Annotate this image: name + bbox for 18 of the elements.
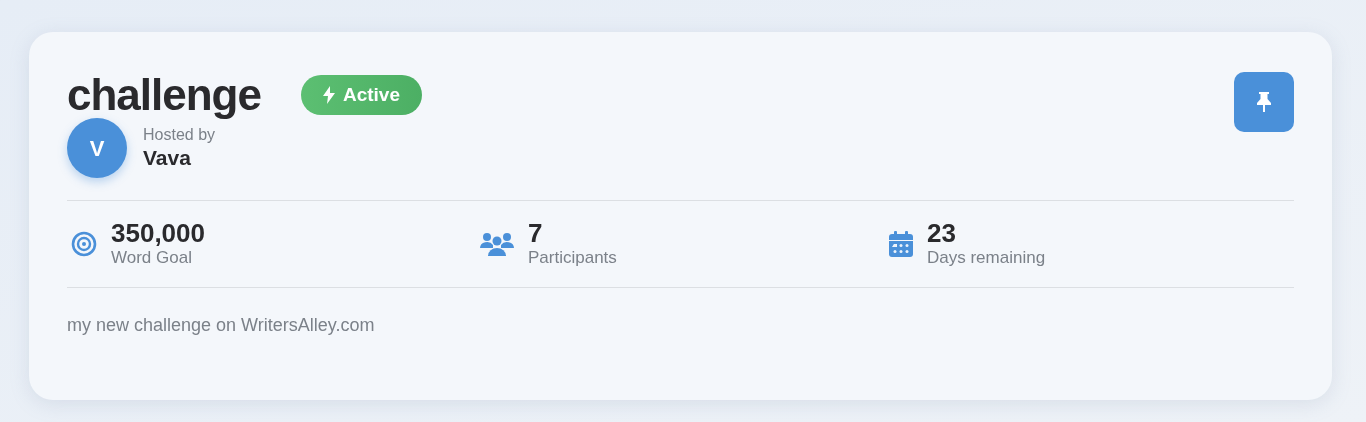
stat-value: 7	[528, 219, 544, 247]
host-avatar: V	[67, 118, 127, 178]
challenge-description: my new challenge on WritersAlley.com	[67, 314, 376, 337]
stat-value: 350,000	[111, 219, 205, 247]
host-name: Vava	[143, 145, 192, 171]
pin-icon	[1257, 92, 1271, 112]
challenge-title: challenge	[67, 72, 261, 118]
stat-label: Participants	[528, 247, 617, 269]
status-label: Active	[342, 82, 400, 107]
target-icon	[71, 231, 97, 257]
calendar-icon	[889, 231, 913, 257]
lightning-icon	[322, 86, 335, 104]
users-icon	[480, 231, 514, 257]
hosted-by-label: Hosted by	[143, 125, 216, 145]
stat-label: Days remaining	[927, 247, 1046, 269]
stat-label: Word Goal	[111, 247, 193, 269]
pin-button[interactable]	[1234, 72, 1294, 132]
stat-value: 23	[927, 219, 957, 247]
